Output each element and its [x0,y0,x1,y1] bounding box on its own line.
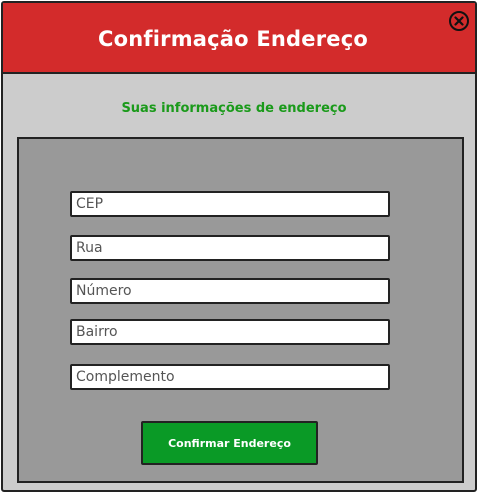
street-field[interactable] [70,235,390,261]
confirm-address-button[interactable]: Confirmar Endereço [141,421,318,465]
close-icon[interactable] [449,11,469,31]
complement-field[interactable] [70,364,390,390]
confirm-address-label: Confirmar Endereço [168,436,291,450]
close-x-glyph [454,16,464,26]
number-field[interactable] [70,278,390,304]
address-form-panel: Confirmar Endereço [17,137,464,483]
dialog-titlebar: Confirmação Endereço [3,3,475,74]
subtitle-text: Suas informações de endereço [121,101,347,116]
address-confirmation-dialog: Confirmação Endereço Suas informações de… [1,1,477,492]
neighborhood-field[interactable] [70,319,390,345]
dialog-title: Confirmação Endereço [98,26,368,51]
section-subtitle: Suas informações de endereço [3,101,475,116]
cep-field[interactable] [70,191,390,217]
